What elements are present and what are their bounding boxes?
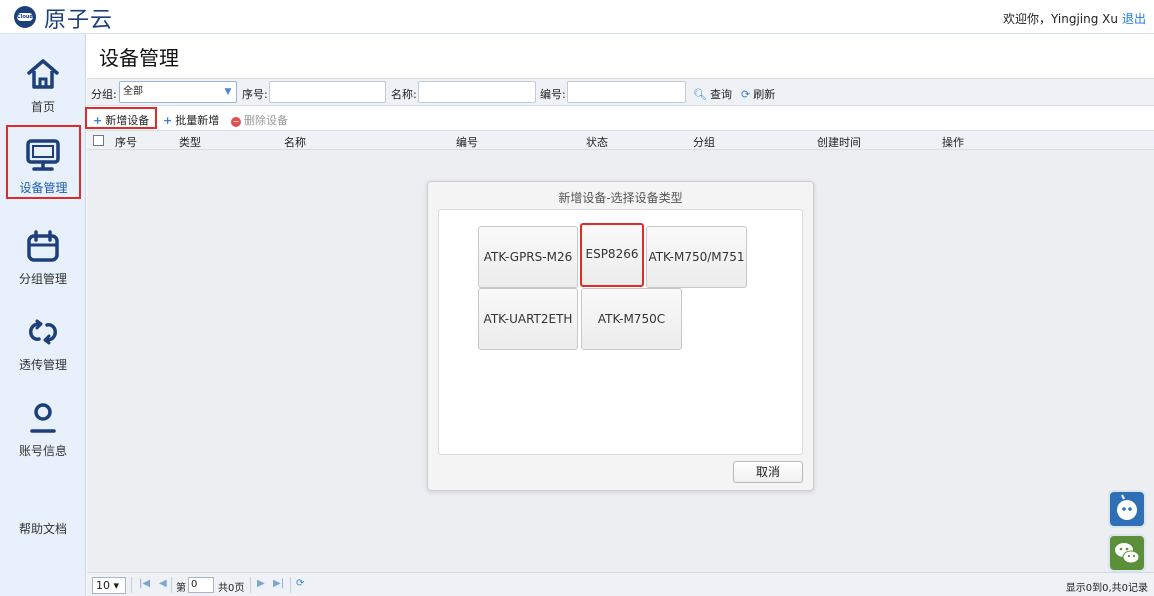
home-icon xyxy=(27,59,59,89)
divider xyxy=(290,577,291,593)
bot-face-icon xyxy=(1117,494,1137,520)
help-docs-link[interactable]: 帮助文档 xyxy=(0,520,86,537)
page-title: 设备管理 xyxy=(99,46,179,70)
query-button[interactable]: 🔍︎ 查询 xyxy=(693,86,732,102)
number-input[interactable] xyxy=(567,81,686,103)
wechat-bubbles-icon xyxy=(1115,543,1140,564)
monitor-icon xyxy=(26,139,60,171)
sidebar-item-label: 账号信息 xyxy=(18,444,67,458)
logo-text: Cloud xyxy=(17,13,33,21)
divider xyxy=(250,577,251,593)
cloud-logo-icon: Cloud xyxy=(14,6,36,28)
column-header[interactable]: 分组 xyxy=(693,134,715,150)
filter-bar: 分组: 全部 ▼ 序号: 名称: 编号: 🔍︎ 查询 ⟳ 刷新 xyxy=(87,78,1154,106)
device-type-atk-gprs-m26-button[interactable]: ATK-GPRS-M26 xyxy=(478,226,578,288)
last-page-icon[interactable]: ▶| xyxy=(273,578,284,589)
top-header: Cloud 原子云 欢迎你，Yingjing Xu 退出 xyxy=(0,0,1154,34)
dialog-title: 新增设备-选择设备类型 xyxy=(558,191,683,205)
refresh-label: 刷新 xyxy=(753,88,776,101)
welcome-text: 欢迎你，Yingjing Xu xyxy=(1002,12,1118,26)
divider xyxy=(171,577,172,593)
search-icon: 🔍︎ xyxy=(693,88,707,101)
page-total: 共0页 xyxy=(218,583,245,594)
sidebar: 首页 设备管理 分组管理 透传管理 账号信息 帮助文档 xyxy=(0,34,86,596)
column-header[interactable]: 操作 xyxy=(942,134,964,150)
column-header[interactable]: 编号 xyxy=(456,134,478,150)
next-page-icon[interactable]: ▶ xyxy=(257,578,265,589)
query-label: 查询 xyxy=(709,88,732,101)
record-info: 显示0到0,共0记录 xyxy=(1065,583,1148,594)
page-size-select[interactable]: 10 ▾ xyxy=(92,577,126,594)
group-select-value: 全部 xyxy=(123,86,143,97)
column-header[interactable]: 状态 xyxy=(586,134,608,150)
add-device-label: 新增设备 xyxy=(105,114,150,127)
prev-page-icon[interactable]: ◀ xyxy=(159,578,167,589)
pagination-bar: 10 ▾ |◀ ◀ 第 0 共0页 ▶ ▶| ⟳ 显示0到0,共0记录 xyxy=(87,572,1154,596)
group-select[interactable]: 全部 ▼ xyxy=(119,81,237,103)
sidebar-item-label: 分组管理 xyxy=(18,272,67,286)
minus-circle-icon: − xyxy=(231,117,241,127)
logout-link[interactable]: 退出 xyxy=(1122,12,1146,26)
link-icon xyxy=(29,319,57,345)
chat-bot-icon[interactable] xyxy=(1108,490,1146,528)
name-input[interactable] xyxy=(418,81,536,103)
sidebar-item-groups[interactable]: 分组管理 xyxy=(0,212,86,292)
first-page-icon[interactable]: |◀ xyxy=(139,578,150,589)
delete-device-button[interactable]: − 删除设备 xyxy=(231,112,288,128)
dialog-body: ATK-GPRS-M26 ESP8266 ATK-M750/M751 ATK-U… xyxy=(438,209,803,455)
sidebar-item-label: 透传管理 xyxy=(18,358,67,372)
sidebar-item-home[interactable]: 首页 xyxy=(0,40,86,120)
welcome-area: 欢迎你，Yingjing Xu 退出 xyxy=(1003,10,1146,27)
device-type-atk-m750c-button[interactable]: ATK-M750C xyxy=(581,288,682,350)
batch-add-button[interactable]: + 批量新增 xyxy=(163,112,219,128)
batch-add-label: 批量新增 xyxy=(175,114,220,127)
chevron-down-icon: ▼ xyxy=(224,87,232,97)
add-device-button[interactable]: + 新增设备 xyxy=(93,112,149,128)
refresh-icon: ⟳ xyxy=(741,88,751,101)
page-prefix: 第 xyxy=(176,583,186,594)
select-device-type-dialog: 新增设备-选择设备类型 ATK-GPRS-M26 ESP8266 ATK-M75… xyxy=(427,181,814,491)
divider xyxy=(131,577,132,593)
serial-filter-label: 序号: xyxy=(242,88,268,101)
app-name: 原子云 xyxy=(44,8,114,33)
device-type-atk-m750-m751-button[interactable]: ATK-M750/M751 xyxy=(646,226,747,288)
calendar-icon xyxy=(27,230,59,262)
table-header: 序号 类型 名称 编号 状态 分组 创建时间 操作 xyxy=(87,130,1154,150)
sidebar-item-label: 设备管理 xyxy=(19,181,68,195)
delete-device-label: 删除设备 xyxy=(244,114,288,127)
plus-icon: + xyxy=(93,114,103,127)
page-number-value: 0 xyxy=(191,579,198,590)
column-header[interactable]: 类型 xyxy=(179,134,201,150)
device-type-esp8266-button[interactable]: ESP8266 xyxy=(580,223,644,287)
page-size-value: 10 xyxy=(96,579,110,592)
reload-icon[interactable]: ⟳ xyxy=(296,578,304,589)
sidebar-item-label: 首页 xyxy=(30,100,55,114)
refresh-button[interactable]: ⟳ 刷新 xyxy=(741,86,775,102)
page-number-input[interactable]: 0 xyxy=(188,577,214,593)
number-filter-label: 编号: xyxy=(540,88,566,101)
user-icon xyxy=(30,403,56,433)
column-header[interactable]: 序号 xyxy=(115,134,137,150)
device-type-atk-uart2eth-button[interactable]: ATK-UART2ETH xyxy=(478,288,578,350)
select-all-checkbox[interactable] xyxy=(93,135,104,146)
sidebar-item-account[interactable]: 账号信息 xyxy=(0,384,86,464)
cancel-button[interactable]: 取消 xyxy=(733,461,803,483)
column-header[interactable]: 创建时间 xyxy=(817,134,861,150)
action-toolbar: + 新增设备 + 批量新增 − 删除设备 xyxy=(85,107,1154,130)
sidebar-item-devices[interactable]: 设备管理 xyxy=(6,125,81,199)
serial-input[interactable] xyxy=(269,81,386,103)
sidebar-item-passthrough[interactable]: 透传管理 xyxy=(0,298,86,378)
wechat-icon[interactable] xyxy=(1108,534,1146,572)
plus-icon: + xyxy=(163,114,173,127)
column-header[interactable]: 名称 xyxy=(284,134,306,150)
name-filter-label: 名称: xyxy=(391,88,417,101)
group-filter-label: 分组: xyxy=(91,88,117,101)
